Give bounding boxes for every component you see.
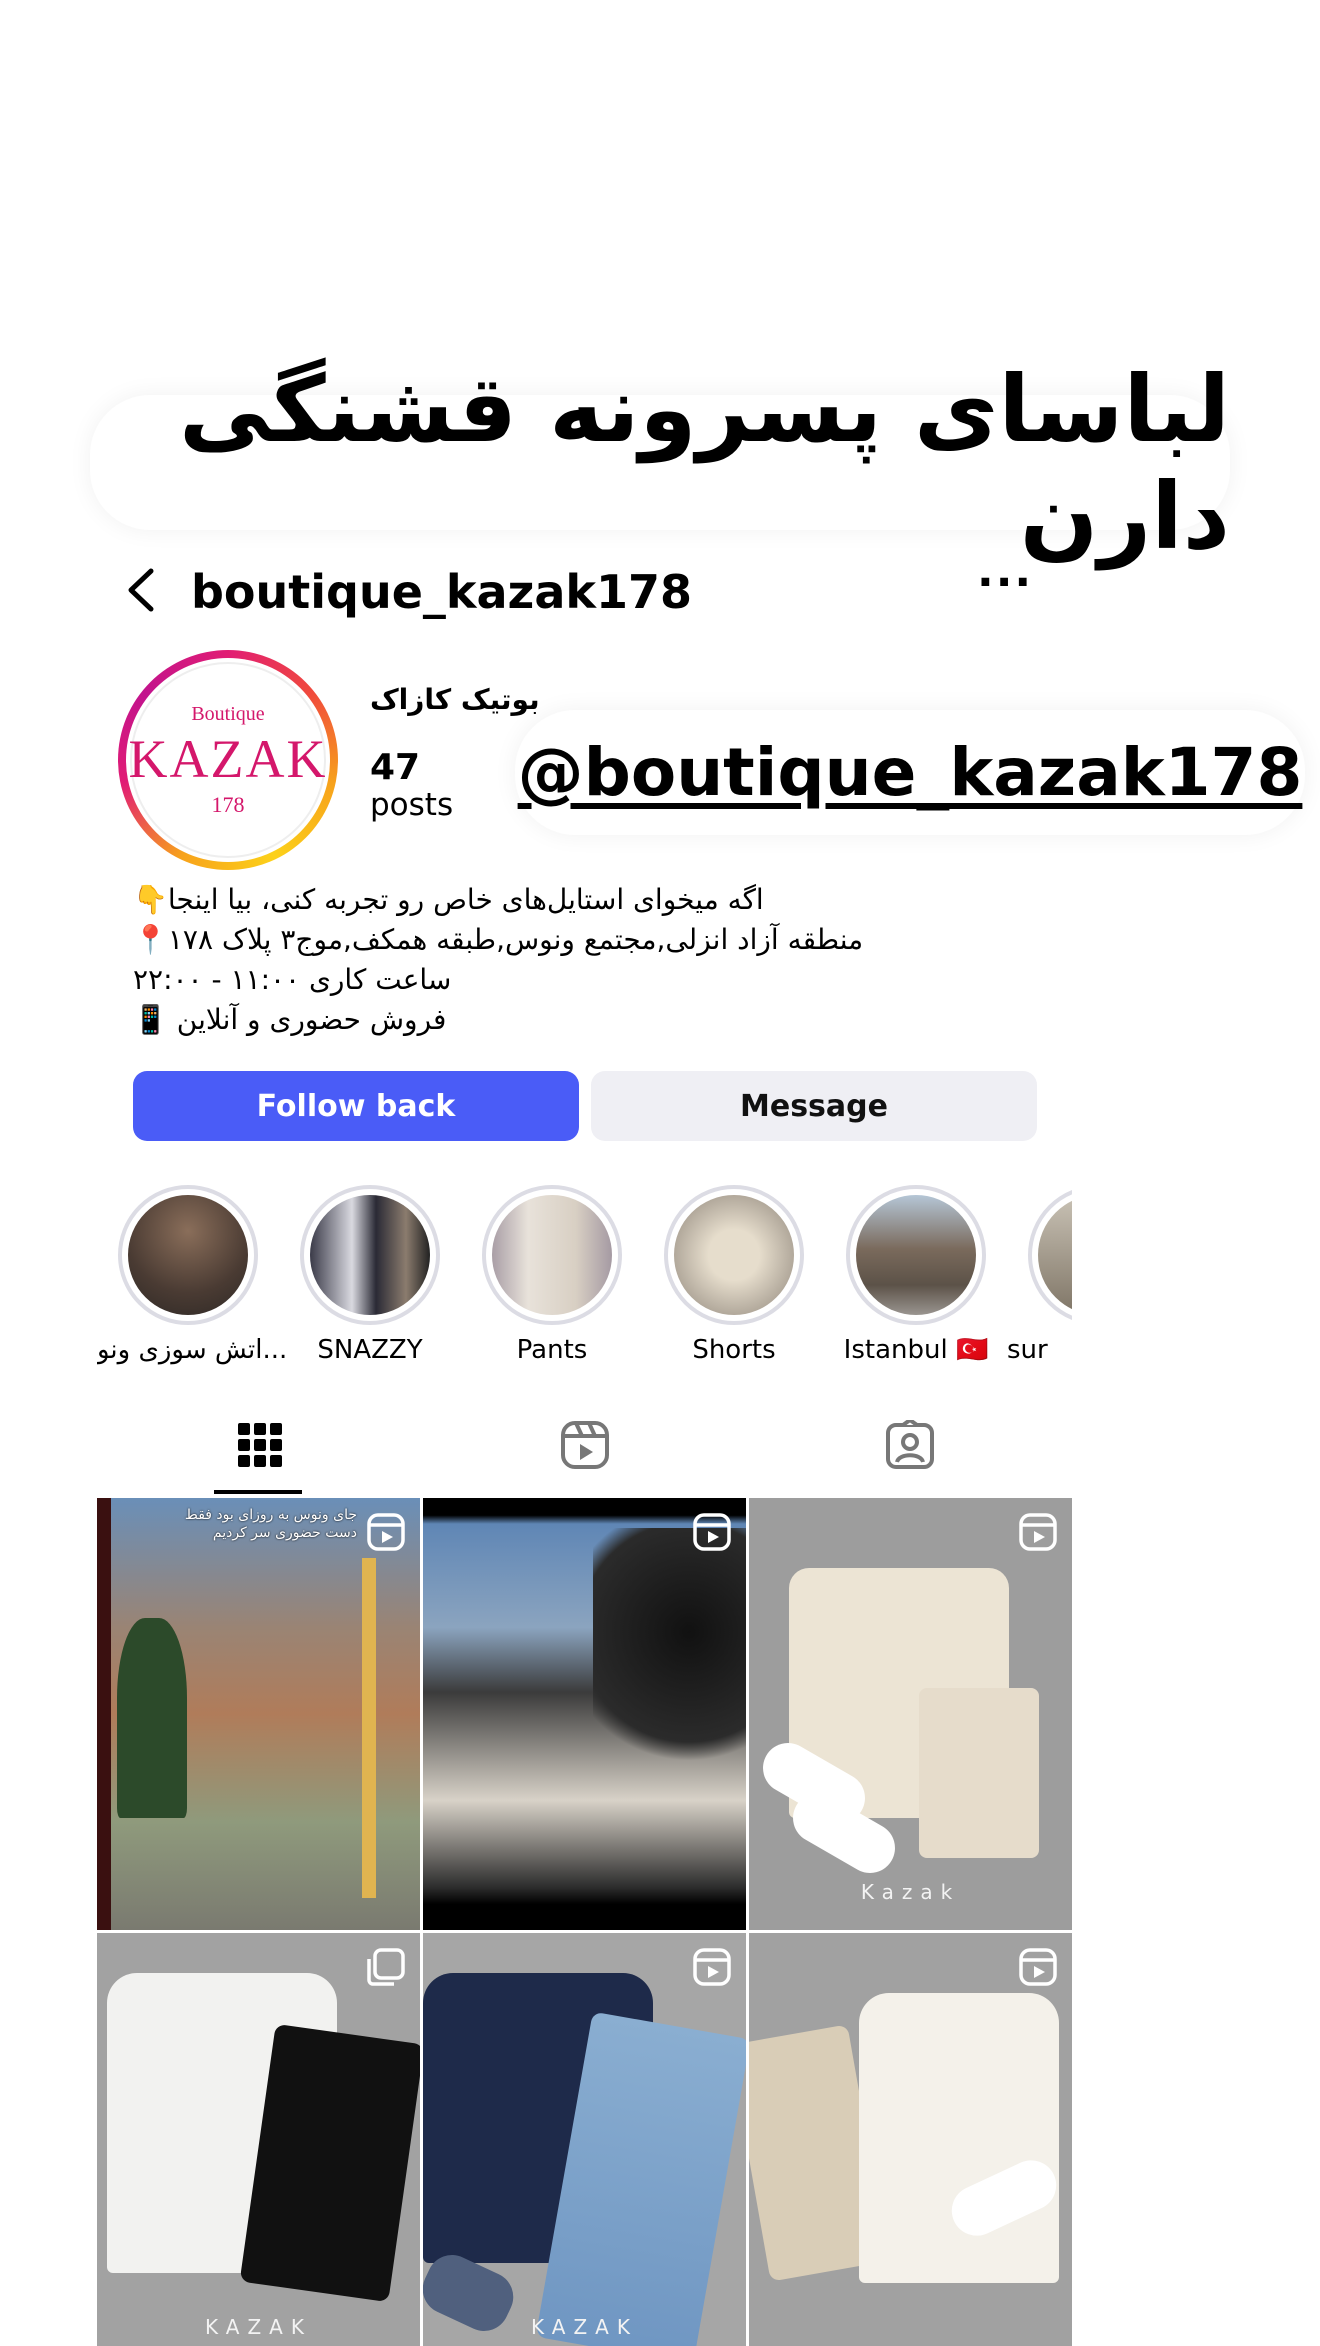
highlight-item[interactable]: اتش سوزی ونو... xyxy=(97,1185,288,1365)
message-button[interactable]: Message xyxy=(591,1071,1037,1141)
active-tab-indicator xyxy=(214,1490,302,1494)
profile-bio: اگه میخوای استایل‌های خاص رو تجربه کنی، … xyxy=(133,880,1033,1040)
highlight-item[interactable]: Pants xyxy=(461,1185,643,1365)
reel-icon xyxy=(693,1948,731,1986)
highlight-label: Shorts xyxy=(692,1335,776,1365)
follow-back-button[interactable]: Follow back xyxy=(133,1071,579,1141)
post-tile[interactable]: KAZAK xyxy=(97,1933,420,2346)
reel-icon xyxy=(1019,1513,1057,1551)
bio-line: ساعت کاری ۱۱:۰۰ - ۲۲:۰۰ xyxy=(133,963,452,996)
bio-line: فروش حضوری و آنلاین 📱 xyxy=(133,1003,447,1036)
post-tile[interactable]: KAZAK xyxy=(423,1933,746,2346)
bio-line: اگه میخوای استایل‌های خاص رو تجربه کنی، … xyxy=(133,883,764,916)
tab-posts[interactable] xyxy=(97,1395,422,1495)
post-tile[interactable] xyxy=(423,1498,746,1930)
brand-logo: Boutique KAZAK 178 xyxy=(129,662,326,858)
reel-icon xyxy=(693,1513,731,1551)
highlight-label: SNAZZY xyxy=(317,1335,423,1365)
highlight-cover xyxy=(856,1195,976,1315)
reels-icon xyxy=(560,1421,609,1469)
carousel-icon xyxy=(367,1948,405,1986)
post-brand: KAZAK xyxy=(531,2315,638,2339)
post-tile[interactable]: جای ونوس به روزای بود فقط دست حضوری سر ک… xyxy=(97,1498,420,1930)
tagged-icon xyxy=(885,1420,934,1469)
overlay-handle: @boutique_kazak178 xyxy=(515,710,1305,835)
post-tile[interactable] xyxy=(749,1933,1072,2346)
overlay-title: لباسای پسرونه قشنگی دارن xyxy=(90,356,1230,570)
bio-line: منطقه آزاد انزلی,مجتمع ونوس,طبقه همکف,مو… xyxy=(133,923,864,956)
highlight-cover xyxy=(310,1195,430,1315)
post-brand: KAZAK xyxy=(205,2315,312,2339)
highlight-item[interactable]: SNAZZY xyxy=(279,1185,461,1365)
profile-username: boutique_kazak178 xyxy=(191,565,692,619)
profile-avatar[interactable]: Boutique KAZAK 178 xyxy=(118,650,338,870)
highlight-cover xyxy=(128,1195,248,1315)
highlight-cover xyxy=(1038,1195,1072,1315)
profile-tabs xyxy=(97,1395,1072,1495)
post-tile[interactable]: Kazak xyxy=(749,1498,1072,1930)
highlight-label: sur xyxy=(1007,1335,1048,1365)
reel-icon xyxy=(367,1513,405,1551)
post-brand: Kazak xyxy=(860,1880,961,1904)
highlight-label: Pants xyxy=(516,1335,588,1365)
story-highlights: اتش سوزی ونو... SNAZZY Pants Shorts Ista… xyxy=(97,1185,1072,1365)
posts-label[interactable]: posts xyxy=(370,787,453,823)
reel-icon xyxy=(1019,1948,1057,1986)
highlight-label: اتش سوزی ونو... xyxy=(97,1335,288,1365)
highlight-item[interactable]: Shorts xyxy=(643,1185,825,1365)
highlight-cover xyxy=(492,1195,612,1315)
chevron-left-icon[interactable] xyxy=(121,565,161,615)
highlight-label: Istanbul 🇹🇷 xyxy=(843,1335,989,1365)
highlight-item[interactable]: Istanbul 🇹🇷 xyxy=(825,1185,1007,1365)
highlight-item[interactable]: sur xyxy=(1007,1185,1072,1365)
tab-reels[interactable] xyxy=(422,1395,747,1495)
profile-display-name: بوتیک کازاک xyxy=(370,683,540,716)
highlight-cover xyxy=(674,1195,794,1315)
grid-icon xyxy=(237,1423,282,1467)
posts-count[interactable]: 47 xyxy=(370,747,420,788)
tab-tagged[interactable] xyxy=(747,1395,1072,1495)
post-caption: جای ونوس به روزای بود فقط دست حضوری سر ک… xyxy=(184,1507,357,1541)
